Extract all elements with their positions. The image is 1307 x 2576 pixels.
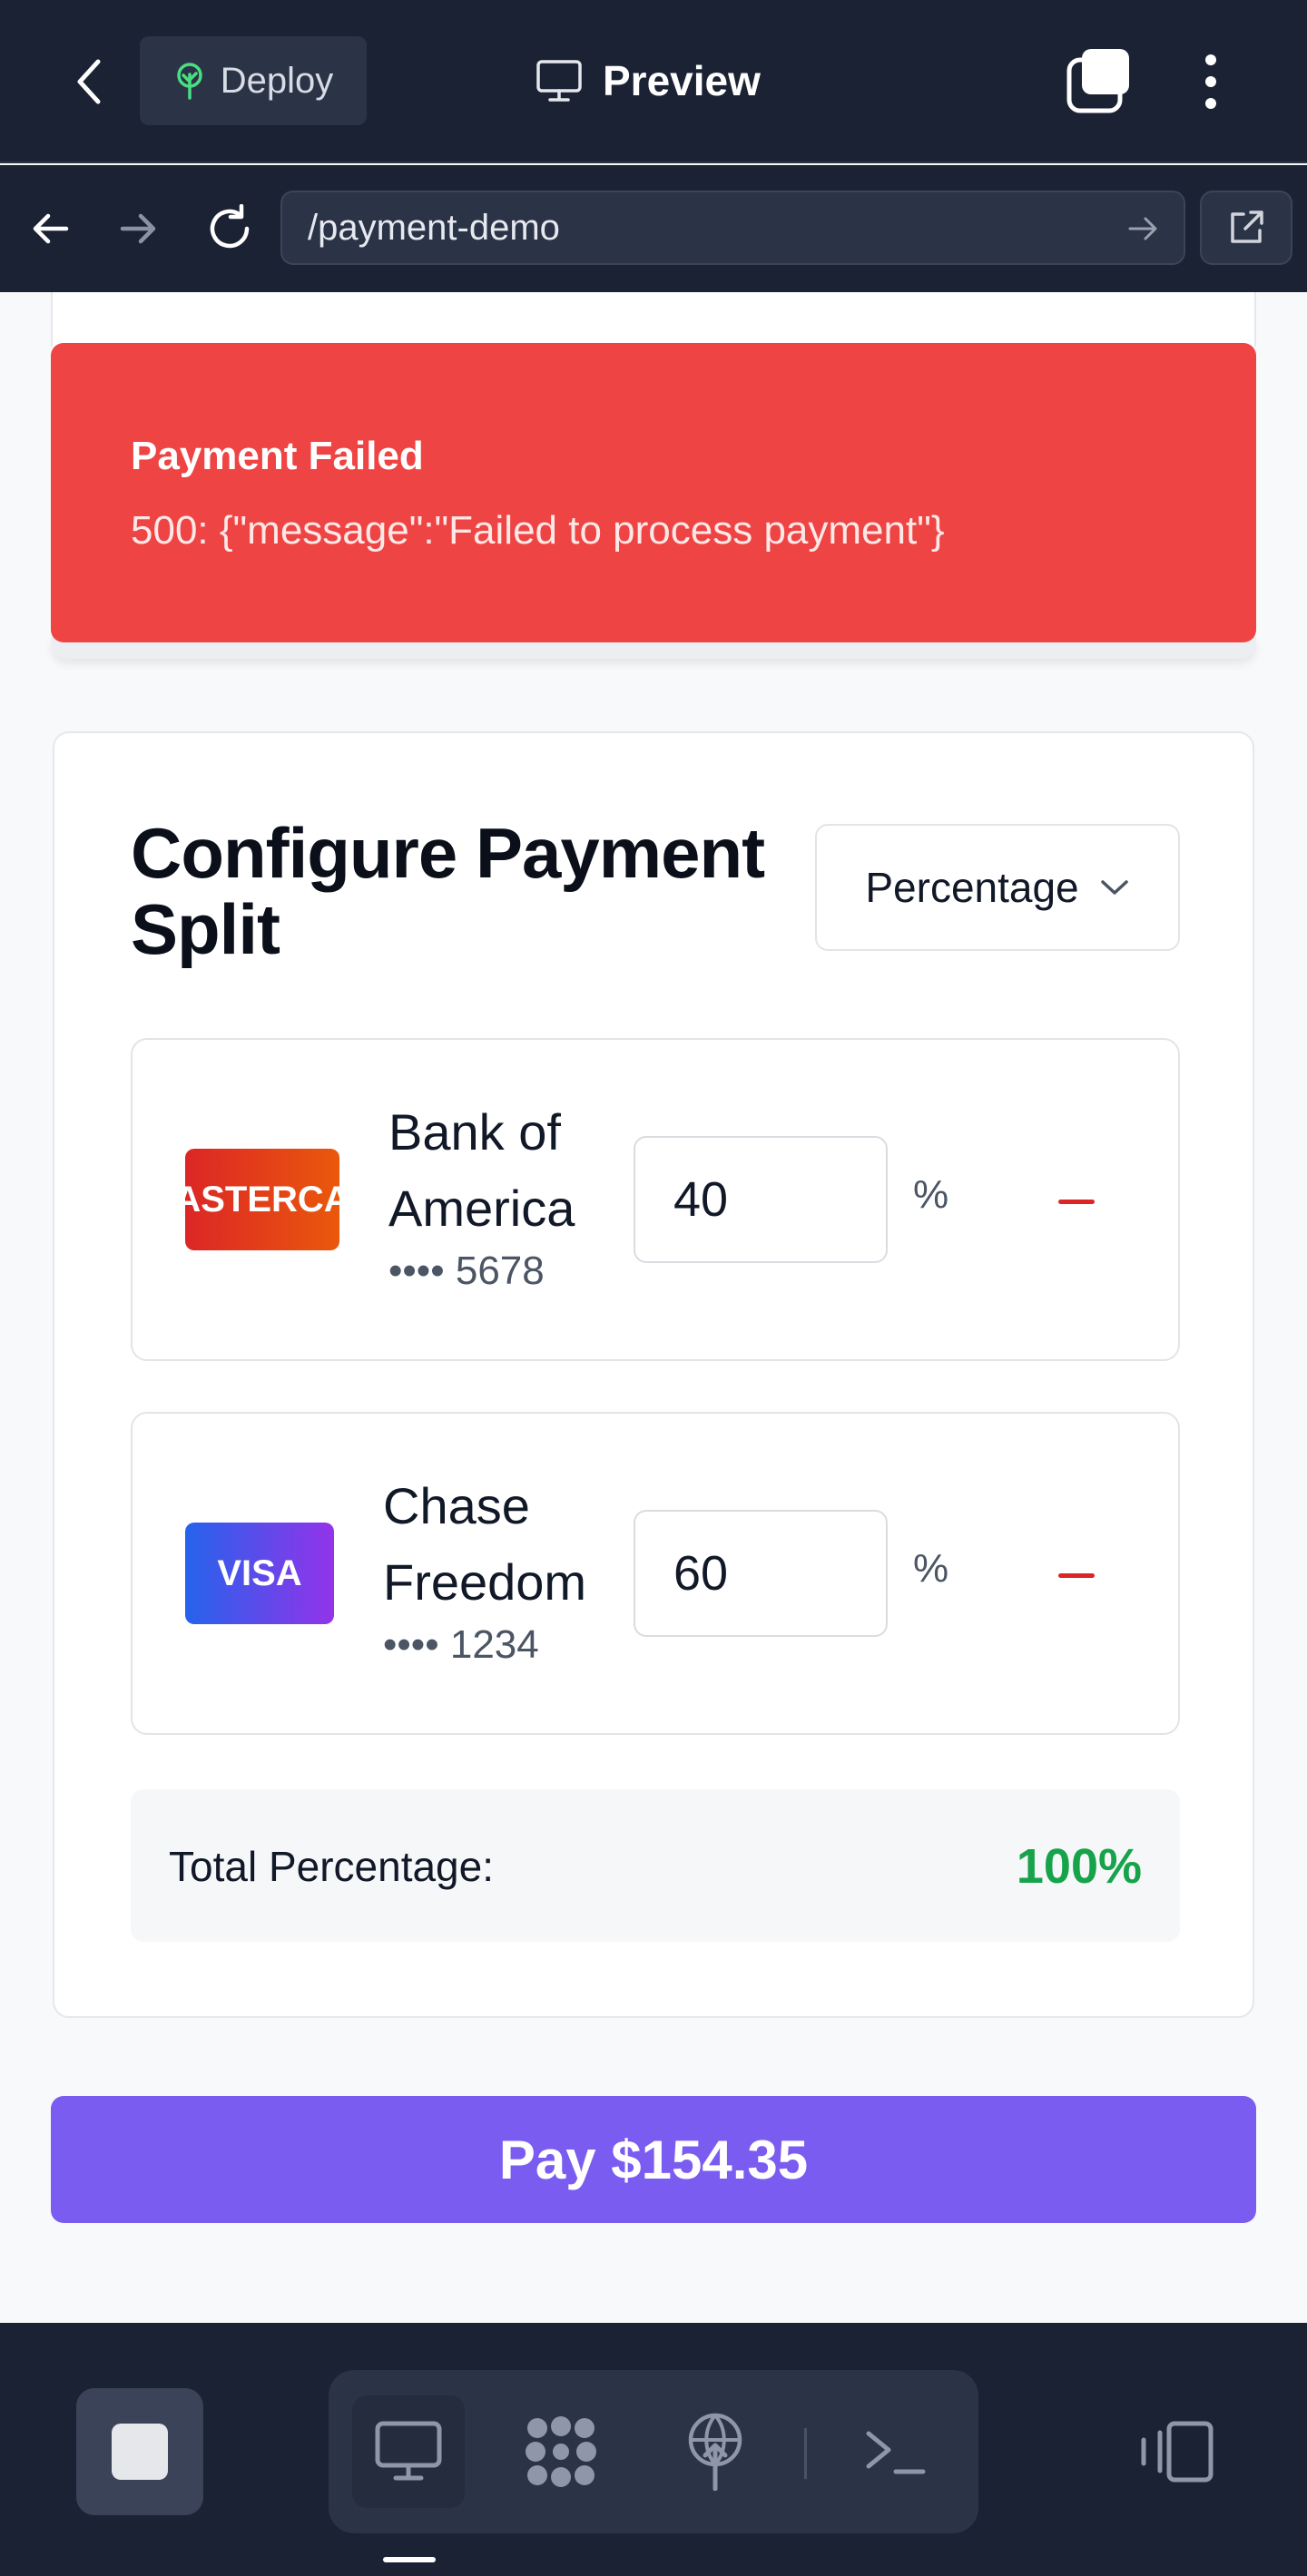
payment-split-card: Configure Payment Split Percentage ASTER… — [53, 731, 1254, 2018]
stop-button[interactable] — [76, 2388, 203, 2515]
device-rotate-icon — [1141, 2421, 1214, 2483]
stop-icon — [112, 2424, 168, 2480]
method-name: Chase Freedom — [383, 1477, 587, 1611]
browser-toolbar: /payment-demo — [0, 165, 1307, 292]
more-options-button[interactable] — [1184, 45, 1238, 118]
publish-icon — [688, 2413, 742, 2491]
split-amount-input[interactable] — [634, 1510, 888, 1637]
error-title: Payment Failed — [131, 434, 424, 478]
remove-method-button[interactable] — [1040, 1550, 1113, 1601]
tabs-button[interactable] — [1062, 45, 1135, 118]
monitor-icon — [536, 60, 582, 102]
chevron-down-icon — [1100, 880, 1128, 895]
minus-icon — [1058, 1572, 1095, 1578]
card-brand: VISA — [217, 1552, 302, 1593]
desktop-view-button[interactable] — [352, 2395, 465, 2508]
dot — [1205, 98, 1216, 109]
reload-icon — [210, 204, 250, 249]
tabs-icon — [1066, 49, 1129, 113]
error-banner: Payment Failed 500: {"message":"Failed t… — [51, 343, 1256, 642]
desktop-icon — [375, 2421, 442, 2481]
split-title: Configure Payment Split — [131, 813, 765, 969]
method-last4: •••• 1234 — [383, 1622, 539, 1667]
apps-icon — [526, 2416, 596, 2487]
total-label: Total Percentage: — [169, 1843, 495, 1890]
url-field[interactable]: /payment-demo — [280, 191, 1185, 265]
arrow-right-icon — [120, 213, 156, 244]
app-header: Deploy Preview — [0, 0, 1307, 163]
back-button[interactable] — [64, 50, 114, 113]
error-message: 500: {"message":"Failed to process payme… — [131, 508, 945, 553]
terminal-icon — [866, 2431, 926, 2474]
card-brand: ASTERCA — [185, 1179, 339, 1219]
tree-icon — [176, 63, 202, 100]
dot — [1205, 76, 1216, 87]
percent-unit: % — [913, 1546, 949, 1591]
preview-label: Preview — [603, 57, 761, 104]
deploy-label: Deploy — [220, 60, 334, 101]
browser-back-button[interactable] — [18, 197, 82, 260]
terminal-button[interactable] — [839, 2395, 951, 2508]
minus-icon — [1058, 1199, 1095, 1204]
split-amount-input[interactable] — [634, 1136, 888, 1263]
device-toggle-button[interactable] — [1113, 2388, 1240, 2515]
home-indicator — [383, 2557, 436, 2562]
browser-forward-button[interactable] — [107, 197, 171, 260]
total-summary: Total Percentage: 100% — [131, 1789, 1180, 1942]
open-external-button[interactable] — [1200, 191, 1292, 265]
pay-button[interactable]: Pay $154.35 — [51, 2096, 1256, 2223]
deploy-button[interactable]: Deploy — [140, 36, 367, 125]
total-value: 100% — [1016, 1839, 1142, 1894]
chevron-left-icon — [77, 59, 101, 104]
page-content: Payment Failed 500: {"message":"Failed t… — [0, 292, 1307, 2323]
go-button[interactable] — [1124, 209, 1164, 249]
url-text: /payment-demo — [308, 207, 560, 248]
tool-group — [329, 2370, 978, 2533]
go-arrow-icon — [1128, 217, 1157, 240]
mastercard-logo: ASTERCA — [185, 1149, 339, 1250]
split-mode-select[interactable]: Percentage — [815, 824, 1180, 951]
apps-button[interactable] — [505, 2395, 617, 2508]
arrow-left-icon — [33, 213, 69, 244]
remove-method-button[interactable] — [1040, 1176, 1113, 1227]
split-mode-value: Percentage — [865, 864, 1079, 911]
preview-title: Preview — [536, 36, 761, 125]
method-last4: •••• 5678 — [388, 1249, 545, 1293]
payment-method-row: VISA Chase Freedom •••• 1234 % — [131, 1412, 1180, 1735]
external-link-icon — [1231, 211, 1263, 243]
publish-button[interactable] — [659, 2395, 771, 2508]
previous-card-edge — [51, 292, 1256, 347]
visa-logo: VISA — [185, 1523, 334, 1624]
method-name: Bank of America — [388, 1103, 575, 1237]
reload-button[interactable] — [198, 197, 261, 260]
payment-method-row: ASTERCA Bank of America •••• 5678 % — [131, 1038, 1180, 1361]
bottom-toolbar — [0, 2323, 1307, 2576]
dot — [1205, 54, 1216, 65]
percent-unit: % — [913, 1172, 949, 1217]
divider — [804, 2428, 807, 2479]
